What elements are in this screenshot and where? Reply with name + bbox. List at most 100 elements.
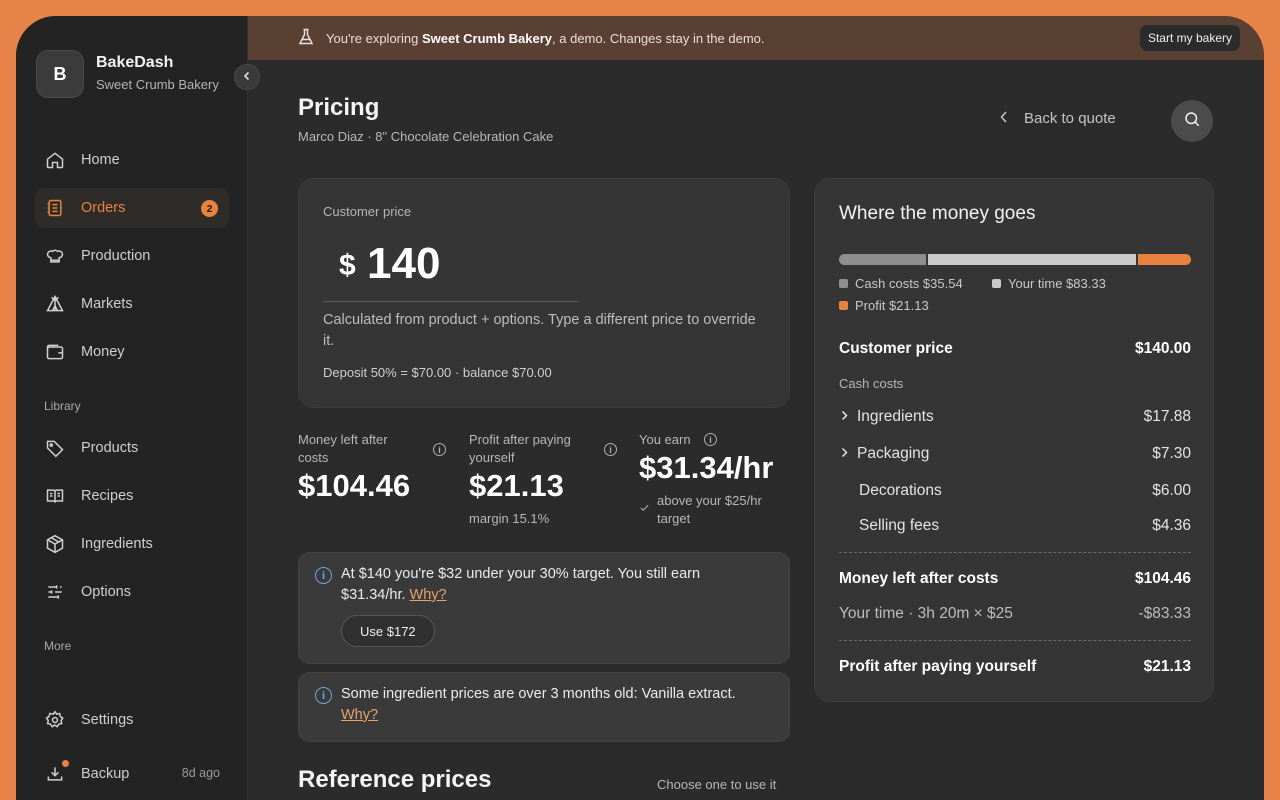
sidebar-item-recipes[interactable]: Recipes [34, 476, 230, 516]
currency-symbol: $ [339, 249, 356, 282]
flask-icon [298, 28, 314, 49]
sidebar-item-orders[interactable]: Orders 2 [34, 188, 230, 228]
backup-icon [44, 760, 69, 785]
app-window: B BakeDash Sweet Crumb Bakery Home Order… [16, 16, 1264, 800]
stale-prices-text: Some ingredient prices are over 3 months… [341, 686, 736, 723]
sidebar-item-home[interactable]: Home [34, 140, 230, 180]
package-icon [44, 533, 66, 555]
money-breakdown-card: Where the money goes Cash costs $35.54 Y… [814, 178, 1214, 702]
demo-banner-text: You're exploring Sweet Crumb Bakery, a d… [326, 30, 765, 46]
info-icon: i [315, 567, 332, 584]
sidebar-item-production[interactable]: Production [34, 236, 230, 276]
info-icon: i [315, 687, 332, 704]
info-icon[interactable]: i [704, 433, 717, 446]
sidebar-item-backup[interactable]: Backup 8d ago [34, 754, 230, 794]
row-packaging[interactable]: Packaging $7.30 [839, 445, 1191, 463]
row-ingredients[interactable]: Ingredients $17.88 [839, 408, 1191, 426]
back-to-quote-label: Back to quote [1024, 110, 1116, 127]
info-icon[interactable]: i [604, 443, 617, 456]
why-link[interactable]: Why? [410, 587, 447, 603]
sidebar-item-label: Recipes [81, 488, 134, 504]
backup-alert-dot [62, 760, 69, 767]
sidebar-item-label: Backup [81, 766, 130, 782]
row-selling-fees: Selling fees $4.36 [859, 517, 1191, 534]
wallet-icon [44, 341, 66, 363]
why-link[interactable]: Why? [341, 707, 378, 723]
you-earn-label: You earn [639, 432, 691, 447]
cash-costs-label: Cash costs [839, 376, 904, 391]
hourly-rate-value: $31.34/hr [639, 450, 774, 485]
deposit-text: Deposit 50% = $70.00 · balance $70.00 [323, 365, 552, 380]
sidebar-item-markets[interactable]: Markets [34, 284, 230, 324]
price-help-text: Calculated from product + options. Type … [323, 312, 756, 349]
divider [839, 640, 1191, 641]
profit-label: Profit after paying yourself [469, 432, 571, 465]
money-left-value: $104.46 [298, 468, 411, 503]
gear-icon [44, 709, 66, 731]
chef-hat-icon [44, 245, 66, 267]
page-title: Pricing [298, 94, 380, 121]
legend-your-time: Your time $83.33 [992, 276, 1106, 291]
sidebar-item-label: Markets [81, 296, 133, 312]
reference-prices-hint: Choose one to use it [657, 777, 777, 792]
sidebar-item-label: Production [81, 248, 151, 264]
customer-price-card: Customer price $ 140 Calculated from pro… [298, 178, 790, 408]
sidebar-item-label: Products [81, 440, 139, 456]
chevron-left-icon [242, 68, 252, 86]
back-to-quote-link[interactable]: Back to quote [1000, 110, 1116, 127]
sidebar-item-ingredients[interactable]: Ingredients [34, 524, 230, 564]
profit-value: $21.13 [469, 468, 564, 503]
sidebar-item-products[interactable]: Products [34, 428, 230, 468]
book-icon [44, 485, 66, 507]
home-icon [44, 149, 66, 171]
backup-time: 8d ago [181, 766, 220, 780]
bar-segment-your-time [928, 254, 1138, 265]
legend-profit: Profit $21.13 [839, 298, 929, 313]
sidebar-item-money[interactable]: Money [34, 332, 230, 372]
bar-segment-profit [1137, 254, 1191, 265]
chevron-left-icon [1000, 110, 1008, 127]
target-alert: i At $140 you're $32 under your 30% targ… [298, 552, 790, 664]
sliders-icon [44, 581, 66, 603]
start-my-bakery-button[interactable]: Start my bakery [1139, 25, 1240, 51]
brand-logo: B [36, 50, 84, 98]
divider [839, 552, 1191, 553]
chevron-right-icon [841, 408, 848, 426]
section-label-more: More [44, 639, 72, 653]
page-subtitle: Marco Diaz · 8" Chocolate Celebration Ca… [298, 129, 554, 144]
row-profit: Profit after paying yourself $21.13 [839, 658, 1191, 675]
orders-count-badge: 2 [201, 200, 218, 217]
legend-cash-costs: Cash costs $35.54 [839, 276, 963, 291]
tag-icon [44, 437, 66, 459]
brand-name: BakeDash [96, 54, 174, 71]
sidebar-item-options[interactable]: Options [34, 572, 230, 612]
use-suggested-price-button[interactable]: Use $172 [341, 615, 435, 647]
price-input-underline [323, 301, 579, 302]
money-split-bar [839, 254, 1191, 265]
margin-text: margin 15.1% [469, 511, 550, 526]
bakery-name: Sweet Crumb Bakery [96, 77, 219, 92]
customer-price-input[interactable]: 140 [367, 239, 440, 289]
search-icon [1183, 110, 1201, 133]
row-customer-price: Customer price $140.00 [839, 340, 1191, 357]
demo-banner: You're exploring Sweet Crumb Bakery, a d… [248, 16, 1264, 60]
money-left-label: Money left after costs [298, 432, 388, 465]
row-your-time: Your time · 3h 20m × $25 -$83.33 [839, 605, 1191, 622]
chevron-right-icon [841, 445, 848, 463]
hourly-target-text: above your $25/hr target [657, 493, 762, 526]
sidebar-item-label: Options [81, 584, 131, 600]
reference-prices-title: Reference prices [298, 766, 492, 793]
sidebar-item-label: Ingredients [81, 536, 153, 552]
orders-icon [44, 197, 66, 219]
tent-icon [44, 293, 66, 315]
bar-segment-cash-costs [839, 254, 929, 265]
search-button[interactable] [1171, 100, 1213, 142]
info-icon[interactable]: i [433, 443, 446, 456]
collapse-sidebar-button[interactable] [234, 64, 260, 90]
stale-prices-alert: i Some ingredient prices are over 3 mont… [298, 672, 790, 742]
sidebar-item-label: Money [81, 344, 125, 360]
sidebar-item-label: Settings [81, 712, 134, 728]
breakdown-title: Where the money goes [839, 203, 1036, 224]
sidebar-item-settings[interactable]: Settings [34, 700, 230, 740]
sidebar: B BakeDash Sweet Crumb Bakery Home Order… [16, 16, 248, 800]
